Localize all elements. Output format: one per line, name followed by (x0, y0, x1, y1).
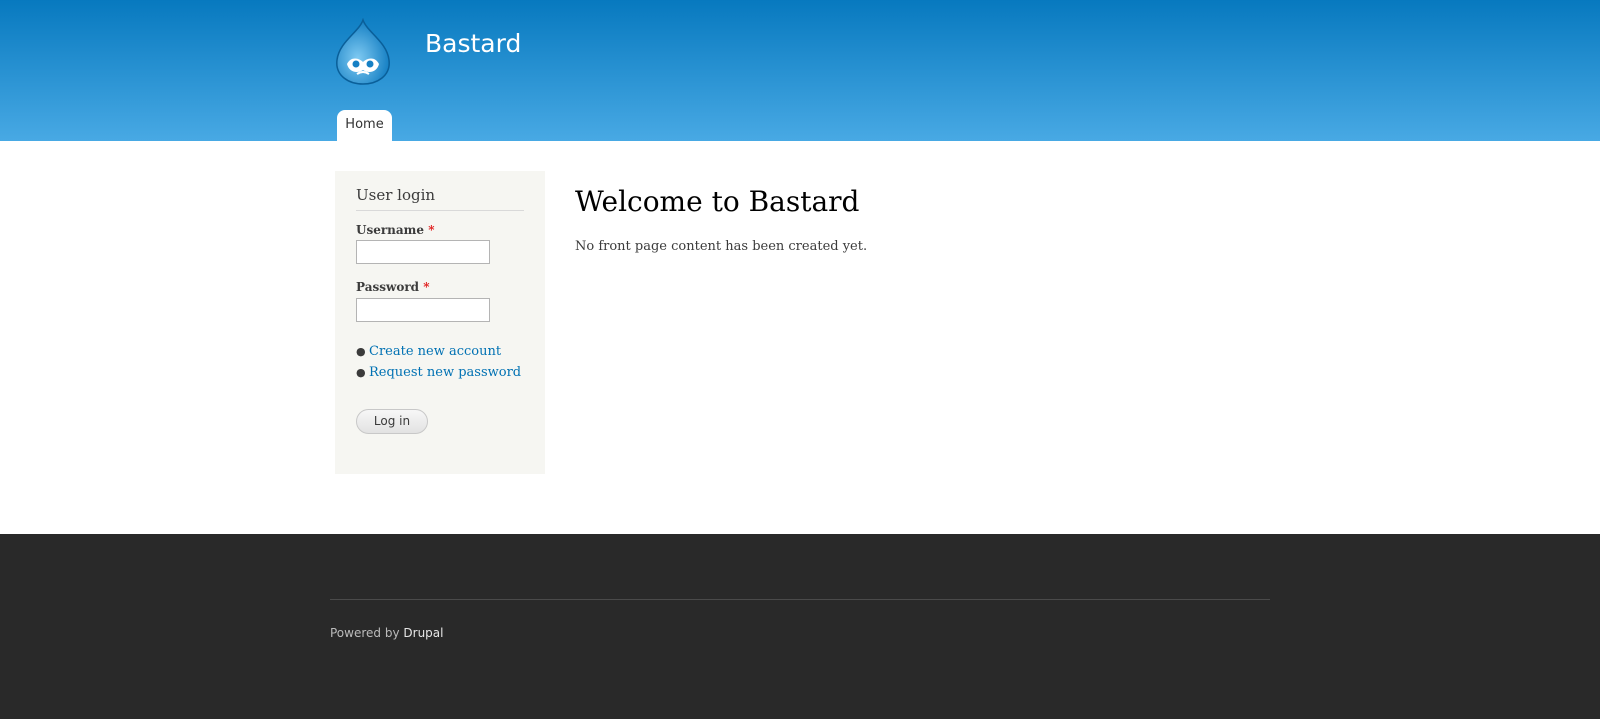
login-links: ● Create new account ● Request new passwor… (356, 341, 521, 383)
password-field[interactable] (356, 298, 490, 322)
page-title: Welcome to Bastard (575, 185, 860, 218)
front-page-message: No front page content has been created y… (575, 239, 868, 254)
user-login-block: User login Username * Password * ● Create… (335, 171, 545, 474)
create-account-link[interactable]: Create new account (369, 344, 501, 359)
username-field[interactable] (356, 240, 490, 264)
password-label: Password * (356, 280, 430, 294)
tab-home[interactable]: Home (337, 110, 392, 141)
powered-by-text: Powered by (330, 626, 400, 640)
list-item: ● Create new account (356, 341, 521, 362)
drupal-link[interactable]: Drupal (403, 626, 443, 640)
footer-divider (330, 599, 1270, 600)
site-header: Bastard Home (0, 0, 1600, 141)
request-password-link[interactable]: Request new password (369, 365, 521, 380)
required-marker: * (423, 280, 430, 294)
site-name-link[interactable]: Bastard (425, 29, 521, 58)
required-marker: * (428, 223, 435, 237)
site-footer: Powered by Drupal (0, 534, 1600, 719)
log-in-button[interactable]: Log in (356, 409, 428, 434)
username-label-text: Username (356, 223, 425, 237)
drupal-drop-icon[interactable] (333, 18, 393, 86)
username-label: Username * (356, 223, 434, 237)
block-title: User login (356, 186, 524, 211)
bullet-icon: ● (356, 366, 366, 379)
bullet-icon: ● (356, 345, 366, 358)
powered-by: Powered by Drupal (330, 626, 443, 640)
password-label-text: Password (356, 280, 420, 294)
list-item: ● Request new password (356, 362, 521, 383)
